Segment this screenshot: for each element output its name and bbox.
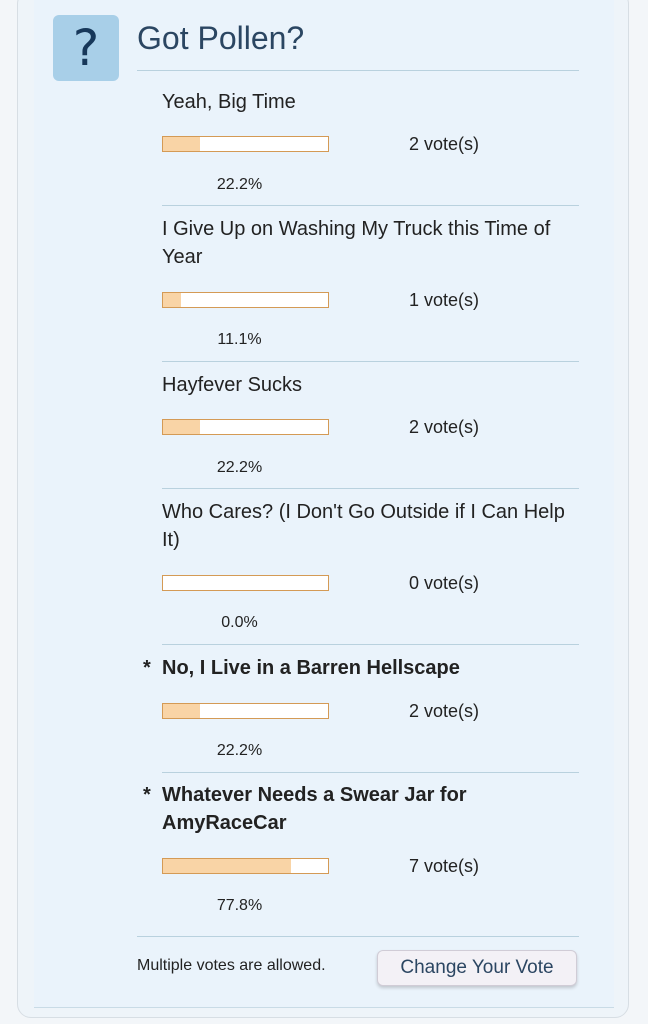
result-bar-fill [163, 420, 200, 434]
option-divider [162, 772, 579, 773]
option-divider [162, 361, 579, 362]
vote-count: 0 vote(s) [409, 573, 480, 593]
result-bar [162, 575, 329, 591]
result-bar-fill [163, 859, 292, 873]
vote-percent: 22.2% [216, 459, 263, 476]
question-mark-icon: ? [53, 15, 119, 81]
voted-marker: * [143, 784, 151, 806]
option-label: No, I Live in a Barren Hellscape [162, 657, 460, 679]
result-bar [162, 419, 329, 435]
vote-count: 1 vote(s) [409, 290, 480, 310]
footer-divider [137, 936, 579, 937]
poll-title: Got Pollen? [137, 20, 305, 56]
result-bar-fill [163, 137, 200, 151]
option-label: Hayfever Sucks [162, 374, 303, 396]
option-divider [162, 644, 579, 645]
title-divider [137, 70, 579, 71]
change-vote-button[interactable]: Change Your Vote [377, 950, 577, 986]
vote-count: 2 vote(s) [409, 134, 480, 154]
vote-percent: 22.2% [216, 176, 263, 193]
vote-percent: 11.1% [217, 331, 262, 348]
result-bar [162, 136, 329, 152]
vote-percent: 22.2% [216, 742, 263, 759]
result-bar [162, 703, 329, 719]
vote-count: 7 vote(s) [409, 856, 480, 876]
voted-marker: * [143, 657, 151, 679]
result-bar-fill [163, 293, 182, 307]
result-bar [162, 858, 329, 874]
result-bar-fill [163, 704, 200, 718]
multiple-votes-note: Multiple votes are allowed. [137, 957, 326, 974]
option-label: Who Cares? (I Don't Go Outside if I Can … [162, 501, 565, 551]
option-label: Yeah, Big Time [162, 91, 296, 113]
result-bar [162, 292, 329, 308]
vote-percent: 77.8% [216, 897, 263, 914]
option-label: Whatever Needs a Swear Jar for AmyRaceCa… [162, 784, 467, 834]
option-divider [162, 205, 579, 206]
vote-percent: 0.0% [221, 614, 258, 631]
option-divider [162, 488, 579, 489]
vote-count: 2 vote(s) [409, 701, 480, 721]
option-label: I Give Up on Washing My Truck this Time … [162, 218, 551, 268]
vote-count: 2 vote(s) [409, 417, 480, 437]
